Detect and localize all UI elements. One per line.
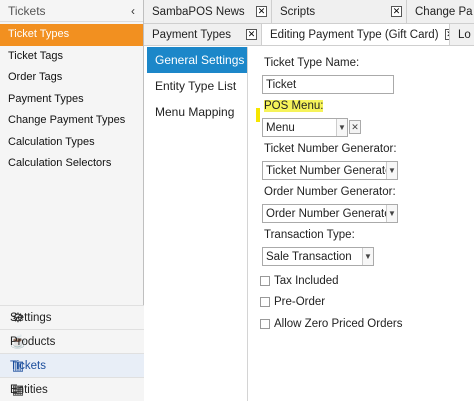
chevron-down-icon[interactable]: ▼ (386, 162, 397, 179)
settings-menu: General Settings Entity Type List Menu M… (147, 47, 248, 401)
checkbox-box[interactable] (260, 276, 270, 286)
close-icon[interactable]: ✕ (246, 29, 257, 40)
menu-entity-type-list[interactable]: Entity Type List (147, 73, 247, 99)
tab-label: Change Pa (415, 5, 473, 18)
allow-zero-priced-label: Allow Zero Priced Orders (274, 318, 403, 330)
clear-icon[interactable]: ✕ (349, 120, 361, 134)
tab-label: SambaPOS News (152, 5, 245, 18)
nav-products[interactable]: ☕ Products (0, 329, 144, 353)
tax-included-checkbox[interactable]: Tax Included (260, 275, 339, 287)
ticket-number-generator-label: Ticket Number Generator: (264, 143, 397, 155)
transaction-type-select[interactable]: Sale Transaction ▼ (262, 247, 374, 266)
order-number-generator-label: Order Number Generator: (264, 186, 396, 198)
close-icon[interactable]: ✕ (256, 6, 267, 17)
tab-label: Editing Payment Type (Gift Card) (270, 28, 439, 41)
sidebar-header[interactable]: Tickets ‹ (0, 0, 143, 22)
checkbox-box[interactable] (260, 319, 270, 329)
tab-sambapos-news[interactable]: SambaPOS News ✕ (144, 0, 272, 23)
chevron-down-icon[interactable]: ▼ (386, 205, 397, 222)
pre-order-checkbox[interactable]: Pre-Order (260, 296, 325, 308)
sidebar-item-ticket-types[interactable]: Ticket Types (0, 24, 143, 46)
chevron-down-icon[interactable]: ▼ (336, 119, 347, 136)
pos-menu-select[interactable]: Menu ▼ (262, 118, 348, 137)
tab-lo[interactable]: Lo (450, 24, 474, 45)
sidebar-item-calculation-selectors[interactable]: Calculation Selectors (0, 153, 143, 175)
order-number-generator-select[interactable]: Order Number Generator ▼ (262, 204, 398, 223)
transaction-type-value: Sale Transaction (266, 250, 352, 263)
ticket-number-generator-value: Ticket Number Generator (266, 164, 386, 177)
tab-payment-types[interactable]: Payment Types ✕ (144, 24, 262, 45)
nav-products-label: Products (10, 335, 56, 348)
pre-order-label: Pre-Order (274, 296, 326, 308)
tax-included-label: Tax Included (274, 275, 339, 287)
chevron-left-icon[interactable]: ‹ (131, 4, 135, 18)
nav-entities[interactable]: ▦ Entities (0, 377, 144, 401)
sidebar-item-payment-types[interactable]: Payment Types (0, 89, 143, 111)
nav-entities-label: Entities (10, 383, 48, 396)
menu-menu-mapping[interactable]: Menu Mapping (147, 99, 247, 125)
nav-settings[interactable]: ⚙ Settings (0, 305, 144, 329)
checkbox-box[interactable] (260, 297, 270, 307)
order-number-generator-value: Order Number Generator (266, 207, 386, 220)
sidebar-title: Tickets (8, 3, 46, 18)
pos-menu-label-text: POS Menu: (264, 100, 324, 112)
menu-general-settings[interactable]: General Settings (147, 47, 247, 73)
highlight-marker (256, 108, 260, 122)
nav-settings-label: Settings (10, 311, 52, 324)
sidebar-item-change-payment-types[interactable]: Change Payment Types (0, 110, 143, 132)
tab-label: Scripts (280, 5, 316, 18)
tab-change-payment[interactable]: Change Pa (407, 0, 474, 23)
allow-zero-priced-checkbox[interactable]: Allow Zero Priced Orders (260, 318, 402, 330)
nav-tickets[interactable]: ▥ Tickets (0, 353, 144, 377)
tab-editing-payment-type[interactable]: Editing Payment Type (Gift Card) ✕ (262, 24, 450, 45)
transaction-type-label: Transaction Type: (264, 229, 355, 241)
ticket-number-generator-select[interactable]: Ticket Number Generator ▼ (262, 161, 398, 180)
pos-menu-value: Menu (266, 121, 295, 134)
tab-label: Lo (458, 28, 471, 41)
tab-scripts[interactable]: Scripts ✕ (272, 0, 407, 23)
sidebar-item-calculation-types[interactable]: Calculation Types (0, 132, 143, 154)
left-sidebar: Tickets ‹ Ticket Types Ticket Tags Order… (0, 0, 144, 401)
ticket-type-name-input[interactable]: Ticket (262, 75, 394, 94)
ticket-type-name-value: Ticket (266, 78, 297, 91)
nav-tickets-label: Tickets (10, 359, 46, 372)
editor-tabs: Payment Types ✕ Editing Payment Type (Gi… (144, 24, 474, 46)
sidebar-item-ticket-tags[interactable]: Ticket Tags (0, 46, 143, 68)
pos-menu-label: POS Menu: (264, 100, 324, 112)
sidebar-item-order-tags[interactable]: Order Tags (0, 67, 143, 89)
ticket-type-name-label: Ticket Type Name: (264, 57, 360, 69)
tab-label: Payment Types (152, 28, 232, 41)
close-icon[interactable]: ✕ (391, 6, 402, 17)
chevron-down-icon[interactable]: ▼ (362, 248, 373, 265)
document-tabs: SambaPOS News ✕ Scripts ✕ Change Pa (144, 0, 474, 24)
